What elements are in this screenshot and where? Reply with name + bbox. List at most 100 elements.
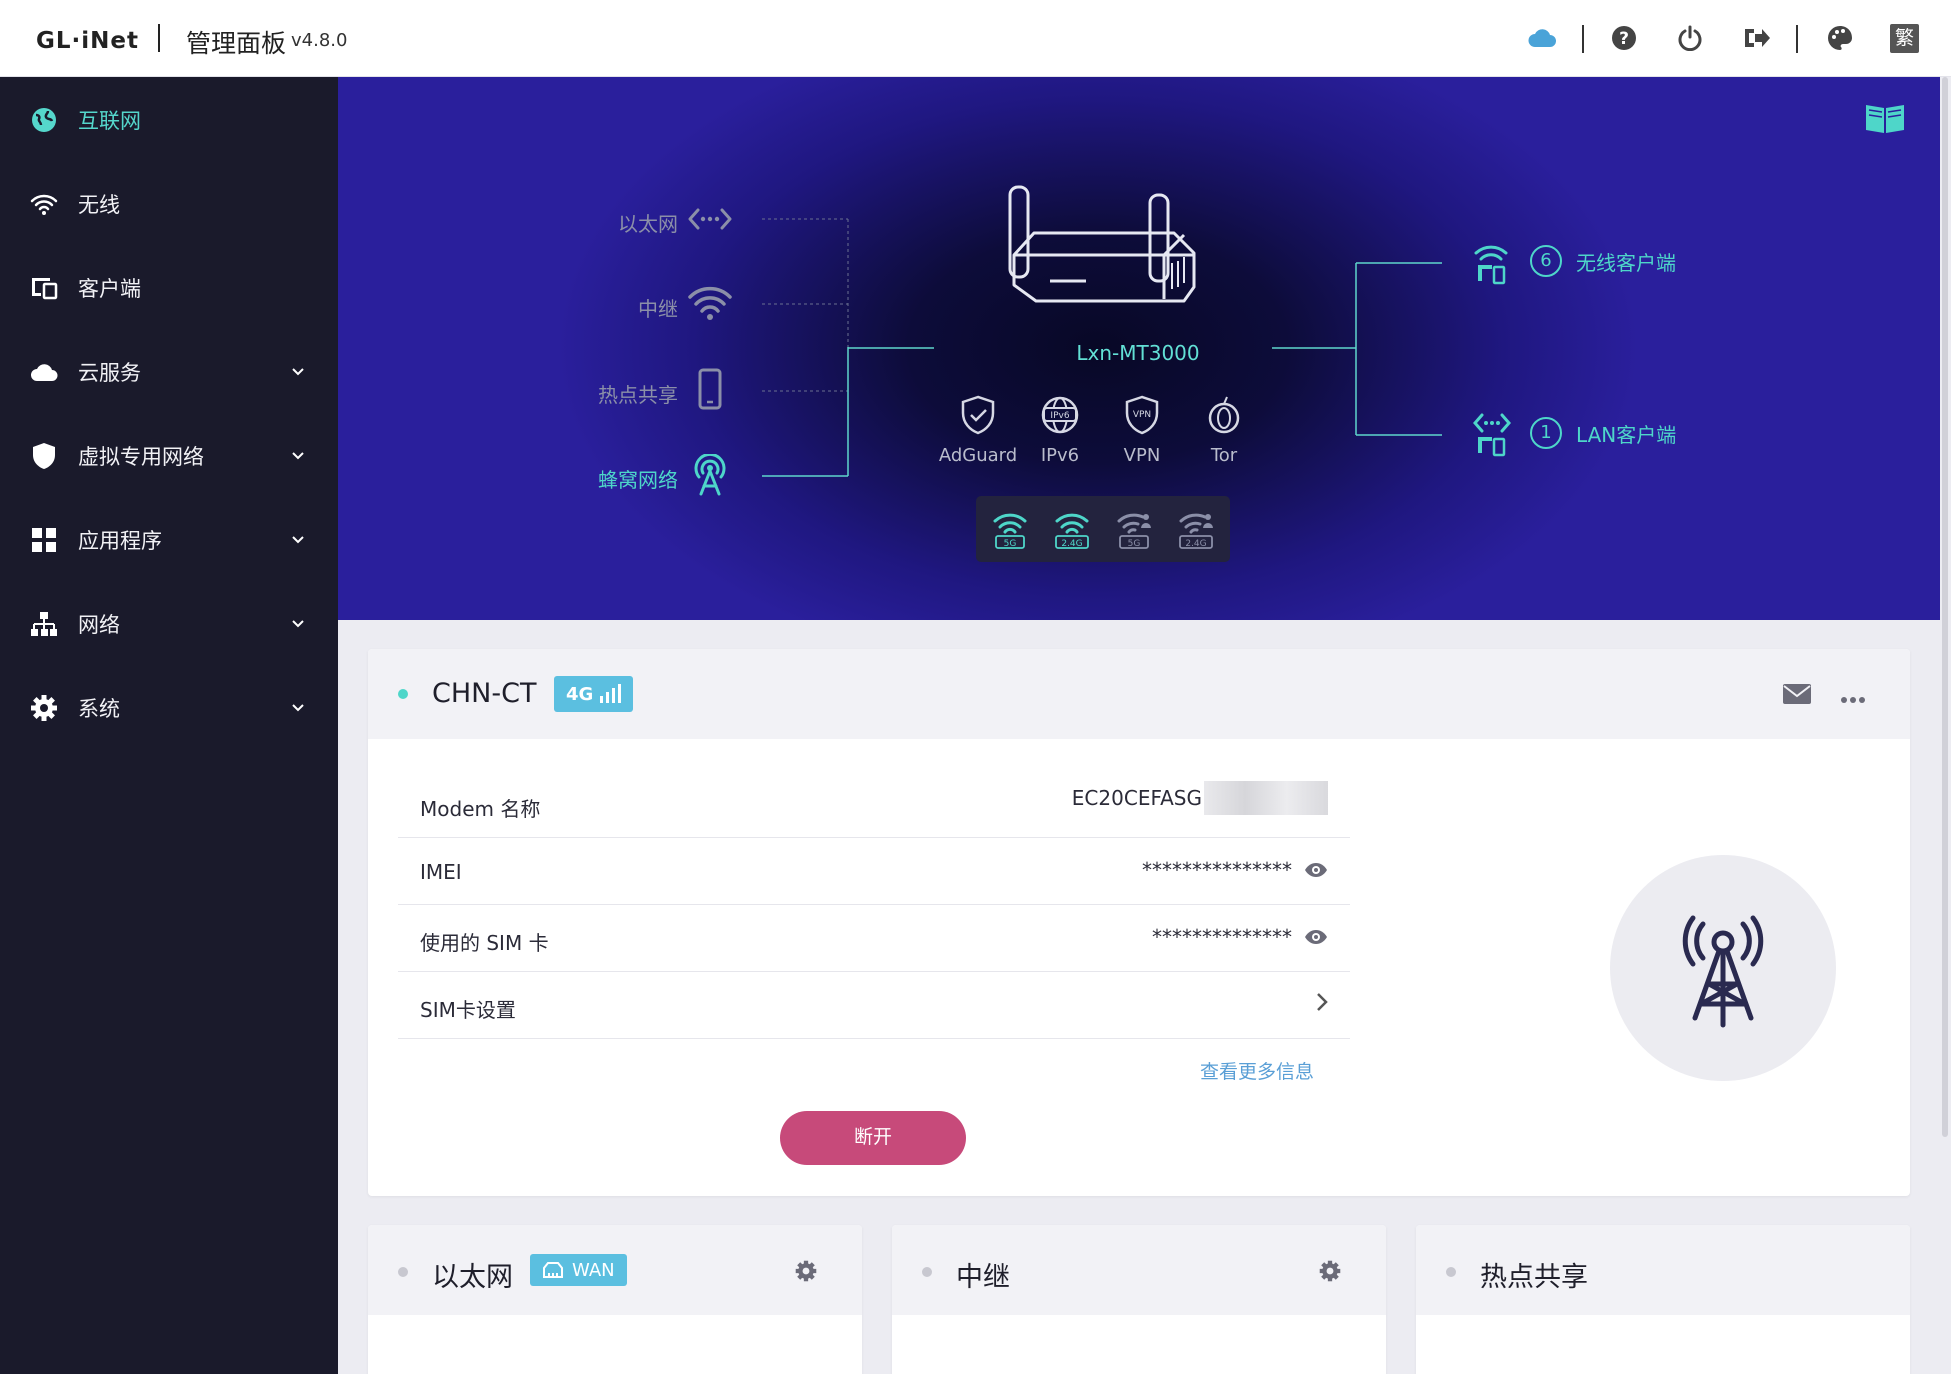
eye-icon[interactable] [1304,929,1328,945]
sidebar-item-cloud[interactable]: 云服务 [0,342,338,402]
wifi-5g-icon[interactable]: 5G [990,508,1030,550]
wan-badge: WAN [530,1254,627,1286]
wifi-radio-status: 5G 2.4G 5G 2.4G [976,496,1230,562]
chevron-down-icon [292,536,304,544]
sidebar-item-label: 云服务 [78,361,141,385]
svg-text:VPN: VPN [1133,410,1151,420]
sidebar-item-label: 虚拟专用网络 [78,445,204,469]
wifi-icon [28,188,60,220]
apps-icon [28,524,60,556]
sidebar-item-network[interactable]: 网络 [0,594,338,654]
signal-bars-icon [600,684,622,703]
source-label-repeater[interactable]: 中继 [578,293,678,322]
radio-band-label: 2.4G [1061,539,1082,549]
card-header: 以太网 WAN [368,1225,862,1315]
network-icon [28,608,60,640]
version-label: v4.8.0 [291,30,348,51]
gear-icon[interactable] [1318,1259,1342,1283]
cell-tower-illustration [1610,855,1836,1081]
service-label: VPN [1123,445,1161,466]
sidebar: 互联网 无线 客户端 云服务 虚拟专用网络 应用程序 网络 系统 [0,77,338,1374]
card-title: 以太网 [432,1262,513,1293]
power-icon[interactable] [1674,22,1706,54]
disconnect-button[interactable]: 断开 [780,1111,966,1165]
topology-panel: 以太网 中继 热点共享 蜂窝网络 Lxn-MT3000 AdGuard IPv6… [338,77,1940,620]
imei-row: IMEI *************** [398,838,1350,905]
service-tor[interactable]: Tor [1184,393,1264,466]
sidebar-item-label: 网络 [78,613,120,637]
sidebar-item-label: 客户端 [78,277,141,301]
shield-icon [28,440,60,472]
service-label: AdGuard [938,445,1018,466]
network-type-badge: 4G [554,676,634,712]
service-adguard[interactable]: AdGuard [938,393,1018,466]
client-label: 无线客户端 [1576,250,1676,275]
modem-name-value: EC20CEFASG [1071,786,1202,810]
card-header: CHN-CT 4G [368,649,1910,739]
device-name: Lxn-MT3000 [1076,341,1200,365]
gl-inet-logo: GL·iNet [36,28,139,54]
sidebar-item-label: 系统 [78,697,120,721]
sim-value: ************** [1152,925,1292,949]
panel-title: 管理面板 [186,29,287,58]
more-options-icon[interactable] [1840,689,1866,708]
radio-band-label: 5G [1128,539,1141,549]
radio-band-label: 2.4G [1185,539,1206,549]
badge-label: WAN [572,1259,615,1281]
chevron-down-icon [292,452,304,460]
source-label-cellular[interactable]: 蜂窝网络 [558,464,678,493]
gear-icon [28,692,60,724]
view-more-info-link[interactable]: 查看更多信息 [1200,1057,1314,1084]
gear-icon[interactable] [794,1259,818,1283]
repeater-card: 中继 [892,1225,1386,1374]
chevron-down-icon [292,620,304,628]
wireless-clients[interactable]: 6 无线客户端 [1530,245,1676,277]
help-icon[interactable]: ? [1608,22,1640,54]
sidebar-item-clients[interactable]: 客户端 [0,258,338,318]
source-label-tethering[interactable]: 热点共享 [558,379,678,408]
row-value: *************** [1142,858,1328,882]
page-scrollbar[interactable] [1942,77,1948,1137]
palette-icon[interactable] [1824,22,1856,54]
sidebar-item-system[interactable]: 系统 [0,678,338,738]
card-title: 中继 [956,1262,1010,1293]
row-label: SIM卡设置 [420,998,516,1022]
language-button[interactable]: 繁 [1890,24,1919,53]
imei-value: *************** [1142,858,1292,882]
manual-book-icon[interactable] [1864,101,1906,139]
sidebar-item-applications[interactable]: 应用程序 [0,510,338,570]
row-label: Modem 名称 [420,797,541,821]
row-label: IMEI [420,860,462,884]
guest-wifi-24g-icon[interactable]: 2.4G [1176,508,1216,550]
client-label: LAN客户端 [1576,422,1677,447]
tor-onion-icon [1184,393,1264,437]
devices-icon [28,272,60,304]
lan-clients[interactable]: 1 LAN客户端 [1530,417,1676,449]
service-ipv6[interactable]: IPv6 IPv6 [1020,393,1100,466]
chevron-down-icon [292,368,304,376]
row-value: ************** [1152,925,1328,949]
sidebar-item-internet[interactable]: 互联网 [0,90,338,150]
cloud-icon[interactable] [1526,22,1558,54]
source-label-ethernet[interactable]: 以太网 [578,208,678,237]
globe-icon [28,104,60,136]
sidebar-item-label: 互联网 [78,109,141,133]
message-icon[interactable] [1782,683,1812,709]
wifi-24g-icon[interactable]: 2.4G [1052,508,1092,550]
svg-text:IPv6: IPv6 [1050,411,1069,421]
top-bar: GL·iNet 管理面板 v4.8.0 ? 繁 [0,0,1951,77]
logout-icon[interactable] [1740,22,1772,54]
service-label: IPv6 [1040,445,1080,466]
wireless-client-icon [1472,241,1512,289]
sim-settings-row[interactable]: SIM卡设置 [398,972,1350,1039]
sidebar-item-vpn[interactable]: 虚拟专用网络 [0,426,338,486]
status-dot [398,1267,408,1277]
status-dot [398,689,408,699]
card-header: 中继 [892,1225,1386,1315]
service-vpn[interactable]: VPN VPN [1102,393,1182,466]
sidebar-item-wireless[interactable]: 无线 [0,174,338,234]
eye-icon[interactable] [1304,862,1328,878]
ethernet-port-icon [543,1262,563,1278]
guest-wifi-5g-icon[interactable]: 5G [1114,508,1154,550]
router-image-icon [1006,185,1202,313]
